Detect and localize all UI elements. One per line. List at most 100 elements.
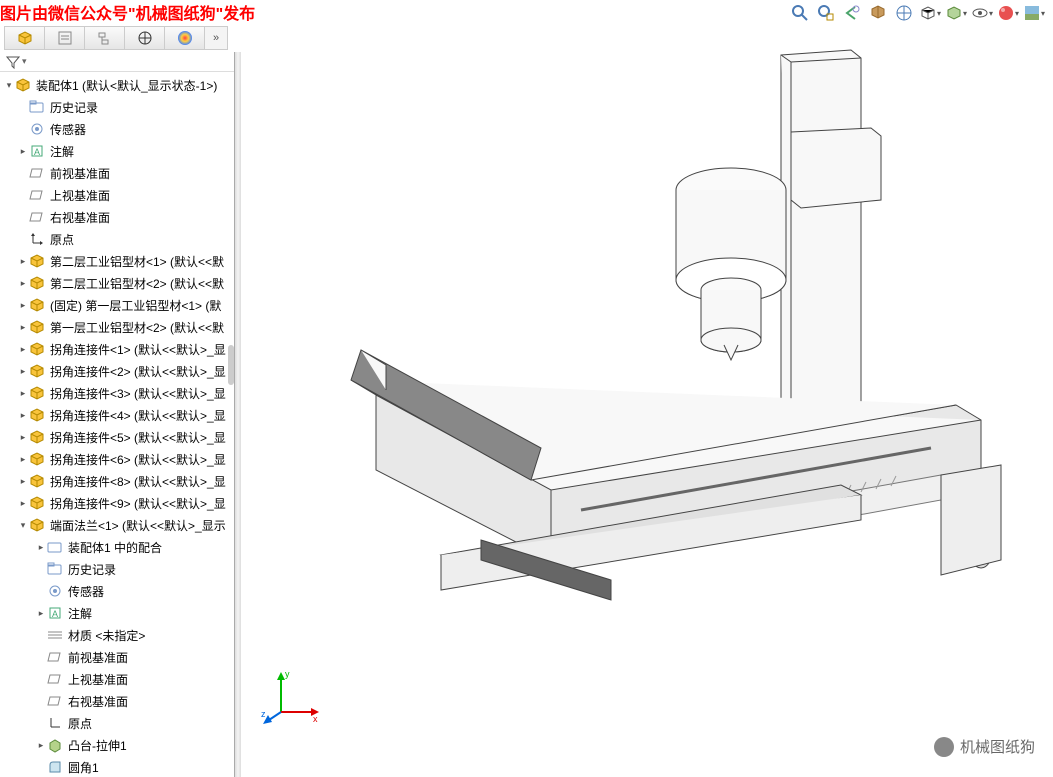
sub-top-plane[interactable]: 上视基准面	[0, 668, 234, 690]
part-node[interactable]: ▸ 第二层工业铝型材<2> (默认<<默	[0, 272, 234, 294]
tab-expand[interactable]: »	[205, 27, 227, 49]
annotations-node[interactable]: ▸ A 注解	[0, 140, 234, 162]
mates-folder-icon	[46, 538, 64, 556]
expander-icon[interactable]: ▸	[18, 476, 28, 487]
tab-appearance[interactable]	[165, 27, 205, 49]
material-icon	[46, 626, 64, 644]
expander-icon[interactable]: ▾	[4, 80, 14, 91]
part-node[interactable]: ▸ 拐角连接件<8> (默认<<默认>_显	[0, 470, 234, 492]
node-label: 注解	[68, 605, 92, 622]
tab-dimxpert[interactable]	[125, 27, 165, 49]
tree-filter[interactable]: ▾	[0, 52, 234, 72]
part-icon	[28, 274, 46, 292]
expander-icon[interactable]: ▸	[18, 366, 28, 377]
sensors-node[interactable]: 传感器	[0, 118, 234, 140]
expander-icon[interactable]: ▸	[36, 542, 46, 553]
svg-text:A: A	[34, 147, 40, 157]
scrollbar-thumb[interactable]	[228, 345, 234, 385]
part-icon	[28, 362, 46, 380]
part-node[interactable]: ▸ 拐角连接件<3> (默认<<默认>_显	[0, 382, 234, 404]
fillet-icon	[46, 758, 64, 776]
sub-history-node[interactable]: 历史记录	[0, 558, 234, 580]
expander-icon[interactable]: ▸	[18, 256, 28, 267]
root-assembly-node[interactable]: ▾ 装配体1 (默认<默认_显示状态-1>)	[0, 74, 234, 96]
axis-y-label: y	[285, 669, 290, 679]
watermark-text: 机械图纸狗	[960, 736, 1035, 757]
expander-icon[interactable]: ▸	[18, 278, 28, 289]
history-node[interactable]: 历史记录	[0, 96, 234, 118]
extrude-icon	[46, 736, 64, 754]
node-label: 材质 <未指定>	[68, 627, 145, 644]
material-node[interactable]: 材质 <未指定>	[0, 624, 234, 646]
fillet-node[interactable]: 圆角1	[0, 756, 234, 777]
model-rendering	[241, 0, 1053, 777]
expander-icon[interactable]: ▸	[18, 454, 28, 465]
annotation-icon: A	[28, 142, 46, 160]
node-label: 拐角连接件<3> (默认<<默认>_显	[50, 385, 226, 402]
tab-property[interactable]	[45, 27, 85, 49]
node-label: 前视基准面	[50, 165, 110, 182]
sub-sensors-node[interactable]: 传感器	[0, 580, 234, 602]
top-plane-node[interactable]: 上视基准面	[0, 184, 234, 206]
part-node[interactable]: ▸ 第二层工业铝型材<1> (默认<<默	[0, 250, 234, 272]
tab-config[interactable]	[85, 27, 125, 49]
node-label: 原点	[50, 231, 74, 248]
sub-right-plane[interactable]: 右视基准面	[0, 690, 234, 712]
tab-assembly[interactable]	[5, 27, 45, 49]
expander-icon[interactable]: ▸	[18, 344, 28, 355]
expanded-part-node[interactable]: ▾ 端面法兰<1> (默认<<默认>_显示	[0, 514, 234, 536]
node-label: 前视基准面	[68, 649, 128, 666]
orientation-triad[interactable]: y x z	[261, 667, 321, 727]
extrude-node[interactable]: ▸ 凸台-拉伸1	[0, 734, 234, 756]
sub-origin[interactable]: 原点	[0, 712, 234, 734]
plane-icon	[28, 164, 46, 182]
sub-front-plane[interactable]: 前视基准面	[0, 646, 234, 668]
expander-icon[interactable]: ▸	[18, 322, 28, 333]
node-label: 第二层工业铝型材<2> (默认<<默	[50, 275, 224, 292]
node-label: 原点	[68, 715, 92, 732]
node-label: 注解	[50, 143, 74, 160]
node-label: 端面法兰<1> (默认<<默认>_显示	[50, 517, 226, 534]
expander-icon[interactable]: ▸	[18, 146, 28, 157]
publisher-banner: 图片由微信公众号"机械图纸狗"发布	[0, 0, 255, 24]
expander-icon[interactable]: ▸	[18, 432, 28, 443]
expander-icon[interactable]: ▾	[18, 520, 28, 531]
expander-icon[interactable]: ▸	[18, 410, 28, 421]
plane-icon	[46, 648, 64, 666]
expander-icon[interactable]: ▸	[36, 740, 46, 751]
part-node[interactable]: ▸拐角连接件<2> (默认<<默认>_显	[0, 360, 234, 382]
sub-annotations-node[interactable]: ▸A 注解	[0, 602, 234, 624]
feature-tree[interactable]: ▾ 装配体1 (默认<默认_显示状态-1>) 历史记录 传感器 ▸A 注解 前视…	[0, 72, 234, 777]
part-node[interactable]: ▸第一层工业铝型材<2> (默认<<默	[0, 316, 234, 338]
part-node[interactable]: ▸拐角连接件<9> (默认<<默认>_显	[0, 492, 234, 514]
part-icon	[28, 428, 46, 446]
part-icon	[28, 296, 46, 314]
expander-icon[interactable]: ▸	[18, 498, 28, 509]
feature-tree-panel: ▾ ▾ 装配体1 (默认<默认_显示状态-1>) 历史记录 传感器 ▸A 注解 …	[0, 52, 235, 777]
part-node[interactable]: ▸拐角连接件<6> (默认<<默认>_显	[0, 448, 234, 470]
expander-icon[interactable]: ▸	[18, 388, 28, 399]
expander-icon[interactable]: ▸	[18, 300, 28, 311]
part-node[interactable]: ▸拐角连接件<5> (默认<<默认>_显	[0, 426, 234, 448]
part-node[interactable]: ▸(固定) 第一层工业铝型材<1> (默	[0, 294, 234, 316]
node-label: 历史记录	[50, 99, 98, 116]
origin-icon	[28, 230, 46, 248]
node-label: 拐角连接件<8> (默认<<默认>_显	[50, 473, 226, 490]
mates-node[interactable]: ▸ 装配体1 中的配合	[0, 536, 234, 558]
front-plane-node[interactable]: 前视基准面	[0, 162, 234, 184]
node-label: 拐角连接件<4> (默认<<默认>_显	[50, 407, 226, 424]
part-node[interactable]: ▸拐角连接件<1> (默认<<默认>_显	[0, 338, 234, 360]
right-plane-node[interactable]: 右视基准面	[0, 206, 234, 228]
origin-node[interactable]: 原点	[0, 228, 234, 250]
part-icon	[28, 384, 46, 402]
node-label: 第二层工业铝型材<1> (默认<<默	[50, 253, 224, 270]
part-node[interactable]: ▸ 拐角连接件<4> (默认<<默认>_显	[0, 404, 234, 426]
filter-icon	[6, 55, 20, 69]
annotation-icon: A	[46, 604, 64, 622]
expander-icon[interactable]: ▸	[36, 608, 46, 619]
plane-icon	[46, 670, 64, 688]
axis-z-label: z	[261, 709, 266, 719]
plane-icon	[46, 692, 64, 710]
node-label: 圆角1	[68, 759, 99, 776]
graphics-viewport[interactable]: ▾ ▾ ▾ ▾ ▾	[241, 0, 1053, 777]
